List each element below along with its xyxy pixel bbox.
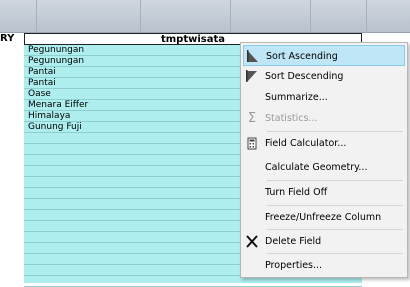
toolbar-cell — [0, 0, 37, 32]
menu-item-turn-field-off[interactable]: Turn Field Off — [243, 182, 405, 203]
menu-item-freeze-unfreeze-column[interactable]: Freeze/Unfreeze Column — [243, 207, 405, 228]
menu-item-calculate-geometry[interactable]: Calculate Geometry... — [243, 157, 405, 178]
menu-item-sort-ascending[interactable]: Sort Ascending — [243, 45, 405, 66]
delete-x-icon — [245, 235, 259, 248]
menu-item-label: Turn Field Off — [265, 187, 328, 198]
toolbar-cell — [140, 0, 231, 32]
calculator-icon — [245, 137, 259, 150]
menu-item-label: Freeze/Unfreeze Column — [265, 212, 382, 223]
menu-separator — [267, 131, 403, 132]
sigma-icon: Σ — [247, 111, 257, 126]
menu-item-label: Delete Field — [265, 236, 322, 247]
toolbar-cell — [230, 0, 311, 32]
menu-separator — [267, 253, 403, 254]
menu-item-label: Statistics... — [265, 113, 318, 124]
toolbar-cell — [36, 0, 141, 32]
menu-item-label: Summarize... — [265, 92, 328, 103]
menu-separator — [267, 205, 403, 206]
menu-item-label: Field Calculator... — [265, 138, 347, 149]
menu-item-label: Calculate Geometry... — [265, 162, 368, 173]
sort-descending-icon — [245, 70, 259, 83]
menu-item-summarize[interactable]: Summarize... — [243, 87, 405, 108]
toolbar-strip — [0, 0, 410, 33]
column-header-left[interactable]: RY — [0, 33, 24, 45]
menu-item-label: Properties... — [265, 260, 323, 271]
left-column — [0, 45, 25, 283]
sort-ascending-icon — [246, 50, 260, 63]
menu-item-label: Sort Descending — [265, 71, 344, 82]
menu-item-field-calculator[interactable]: Field Calculator... — [243, 133, 405, 154]
menu-separator — [267, 229, 403, 230]
toolbar-cell — [310, 0, 367, 32]
menu-item-properties[interactable]: Properties... — [243, 255, 405, 276]
field-context-menu: Sort Ascending Sort Descending Summarize… — [240, 42, 408, 278]
menu-separator — [267, 180, 403, 181]
menu-item-sort-descending[interactable]: Sort Descending — [243, 66, 405, 87]
menu-item-label: Sort Ascending — [266, 51, 338, 62]
menu-item-delete-field[interactable]: Delete Field — [243, 231, 405, 252]
menu-item-statistics[interactable]: Σ Statistics... — [243, 108, 405, 129]
